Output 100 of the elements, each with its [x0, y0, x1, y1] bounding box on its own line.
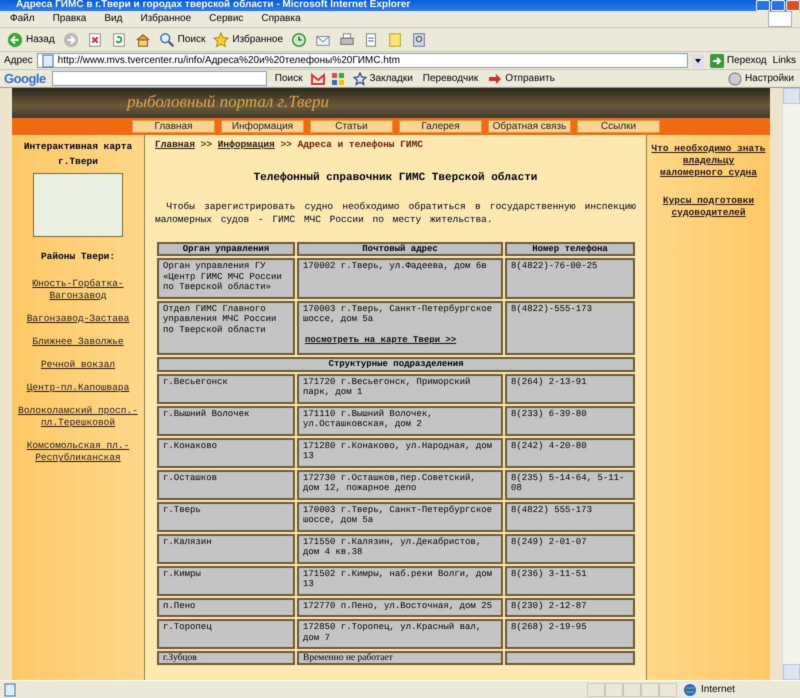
cell-text: 171280 г.Конаково, ул.Народная, дом 13 [303, 440, 492, 462]
printer-icon [339, 32, 356, 48]
cell-text: 171110 г.Вышний Волочек, ул.Осташковская, дом 2 [303, 408, 433, 430]
cell-text: 8(4822)-76-00-25 [511, 261, 598, 272]
send-icon [488, 72, 502, 86]
menu-item[interactable]: Вид [102, 13, 124, 25]
nav-button[interactable]: Ссылки [577, 120, 660, 133]
toolbar-button[interactable]: Избранное [211, 30, 286, 48]
google-search-field[interactable] [52, 71, 267, 86]
star-icon [352, 72, 366, 86]
status-pane [659, 682, 677, 696]
cell-text: 170002 г.Тверь, ул.Фадеева, дом 6в [303, 261, 487, 272]
section-header: Структурные подразделения [157, 357, 635, 372]
translator-button[interactable]: Переводчик [420, 72, 480, 86]
status-pane [623, 682, 641, 696]
settings-button[interactable]: Настройки [726, 70, 796, 86]
cell-text: 8(233) 6-39-80 [511, 408, 587, 419]
nav-button[interactable]: Обратная связь [488, 120, 571, 133]
column-header: Номер телефона [505, 242, 635, 256]
nav-button[interactable]: Главная [132, 120, 215, 133]
district-link[interactable]: Центр-пл.Капошвара [26, 382, 130, 394]
cell-text: г.Вышний Волочек [163, 408, 250, 419]
cell-text: г.Торопец [163, 622, 212, 632]
page-icon [40, 54, 55, 68]
nav-button[interactable]: Галерея [399, 120, 482, 133]
column-header: Почтовый адрес [297, 242, 503, 256]
go-arrow-icon [710, 54, 724, 68]
maximize-button[interactable] [771, 0, 785, 11]
bookmarks-button[interactable]: Закладки [350, 70, 415, 86]
breadcrumb-link[interactable]: Информация [218, 139, 275, 150]
sidebar-link[interactable]: Курсы подготовки судоводителей [651, 195, 766, 219]
address-field[interactable]: http://www.mvs.tvercenter.ru/info/Адреса%20и%20телефоны%20ГИМС.htm [36, 53, 688, 68]
cell-text: 8(236) 3-11-51 [511, 568, 587, 579]
minimize-button[interactable] [756, 0, 770, 11]
cell-text: 170003 г.Тверь, Санкт-Петербургское шоссе, дом 5а [303, 504, 492, 526]
district-link[interactable]: Волоколамский просп.-пл.Терешковой [16, 405, 140, 430]
cell-text: 8(230) 2-12-87 [511, 600, 587, 611]
cell-text: 170003 г.Тверь, Санкт-Петербургское шоссе, дом 5а [303, 304, 492, 324]
cell-text: 8(235) 5-14-64, 5-11-08 [511, 472, 624, 494]
google-logo: Google [4, 70, 46, 86]
cell-text: г.Весьегонск [163, 376, 228, 387]
cell-text: 171550 г.Калязин, ул.Декабристов, дом 4 кв.38 [303, 536, 482, 558]
star-icon [213, 32, 230, 48]
cell-text: Отдел ГИМС Главного управления МЧС России по Тверской области [163, 304, 276, 335]
menu-item[interactable]: Правка [50, 13, 88, 25]
cell-text: Орган управления ГУ «Центр ГИМС МЧС России по Тверской области» [163, 261, 282, 292]
district-link[interactable]: Речной вокзал [40, 359, 116, 372]
menu-item[interactable]: Избранное [138, 13, 194, 25]
district-link[interactable]: Комсомольская пл.-Республиканская [16, 440, 140, 464]
district-link[interactable]: Юность-Горбатка-Вагонзавод [16, 278, 140, 302]
address-label: Адрес [4, 54, 33, 66]
nav-button[interactable]: Статьи [310, 120, 393, 133]
refresh-icon [110, 32, 127, 48]
history-icon [291, 32, 308, 48]
district-link[interactable]: Вагонзавод-Застава [26, 313, 130, 326]
breadcrumb-separator: >> [280, 139, 292, 150]
map-link[interactable]: посмотреть на карте Твери >> [303, 334, 497, 346]
cell-text: г.Тверь [163, 504, 201, 515]
cell-text: г.Кимры [163, 568, 201, 579]
cell-text: 8(4822)-555-173 [511, 304, 592, 314]
windows-logo [768, 11, 792, 27]
page-icon [3, 682, 17, 696]
globe-icon [683, 682, 697, 696]
table-cell: г.Зубцов [157, 651, 295, 666]
map-placeholder[interactable] [33, 173, 123, 237]
links-label[interactable]: Links [772, 54, 796, 66]
district-link[interactable]: Ближнее Заволжье [32, 336, 124, 348]
toolbar-button[interactable]: Назад [5, 30, 57, 48]
menu-item[interactable]: Файл [8, 13, 37, 25]
breadcrumb-current: Адреса и телефоны ГИМС [298, 139, 423, 150]
menu-item[interactable]: Сервис [207, 13, 246, 25]
cell-text: г.Калязин [163, 536, 212, 547]
cell-text: 172770 п.Пено, ул.Восточная, дом 25 [303, 600, 492, 611]
search-icon [158, 32, 175, 48]
column-header: Орган управления [157, 242, 295, 256]
breadcrumb-separator: >> [200, 139, 212, 150]
note-icon [387, 32, 404, 48]
cell-text: 171502 г.Кимры, наб.реки Волги, дом 13 [303, 568, 492, 590]
nav-button[interactable]: Информация [221, 120, 304, 133]
send-button[interactable]: Отправить [486, 70, 557, 86]
cell-text: 8(264) 2-13-91 [511, 376, 587, 387]
stop-icon [86, 32, 103, 48]
table-cell: Временно не работает [297, 651, 503, 666]
sidebar-link[interactable]: Что необходимо знать владельцу маломерного судна [651, 143, 766, 179]
cell-text: 171720 г.Весьегонск, Приморский парк, дом 1 [303, 376, 470, 398]
cell-text: г.Конаково [163, 440, 218, 451]
go-button[interactable]: Переход [708, 52, 769, 68]
cell-text: г.Осташков [163, 472, 218, 483]
banner-caption: рыболовный портал г.Твери [127, 92, 329, 111]
mail-icon [310, 72, 324, 86]
intro-paragraph: Чтобы зарегистрировать судно необходимо обратиться в государственную инспекцию маломерных судов - ГИМС МЧС России по месту жительства. [155, 200, 636, 226]
cell-text: 172850 г.Торопец, ул.Красный вал, дом 7 [303, 622, 482, 643]
menu-item[interactable]: Справка [259, 13, 303, 25]
apps-icon [330, 72, 344, 86]
google-search-button[interactable]: Поиск [272, 72, 304, 86]
breadcrumb-link[interactable]: Главная [155, 139, 195, 150]
close-button[interactable] [786, 0, 800, 11]
toolbar-button[interactable]: Поиск [156, 30, 208, 48]
cell-text: п.Пено [163, 600, 196, 611]
page-heading: Телефонный справочник ГИМС Тверской области [252, 172, 538, 186]
